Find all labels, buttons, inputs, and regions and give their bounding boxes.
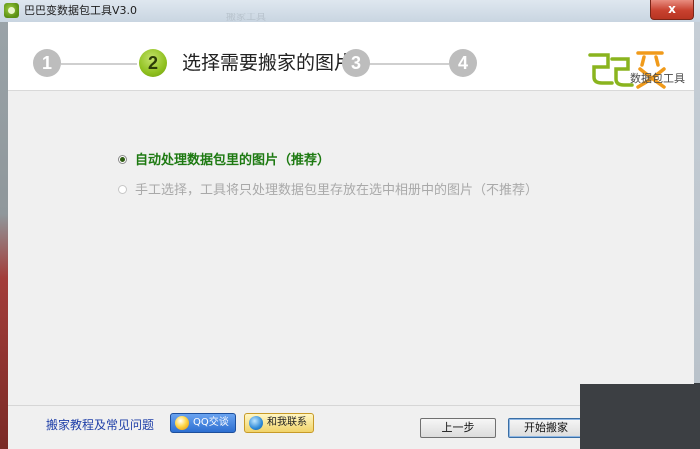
start-migration-button[interactable]: 开始搬家 xyxy=(508,418,584,438)
app-logo-icon xyxy=(4,3,19,18)
right-border xyxy=(694,22,700,383)
wizard-header: 1 2 选择需要搬家的图片 3 4 数据包工具 xyxy=(8,22,694,91)
contact-button[interactable]: 和我联系 xyxy=(244,413,314,433)
option-auto-label: 自动处理数据包里的图片（推荐） xyxy=(135,153,331,168)
brand-subtitle: 数据包工具 xyxy=(630,72,685,85)
window-title-ghost: 搬家工具 xyxy=(226,13,266,21)
close-icon: x xyxy=(668,2,676,16)
option-auto-radio[interactable]: 自动处理数据包里的图片（推荐） xyxy=(118,152,330,170)
help-link[interactable]: 搬家教程及常见问题 xyxy=(46,417,154,433)
radio-unselected-icon xyxy=(118,185,127,194)
option-manual-label: 手工选择，工具将只处理数据包里存放在选中相册中的图片（不推荐） xyxy=(135,183,539,198)
left-border xyxy=(0,22,8,449)
qq-chat-label: QQ交谈 xyxy=(193,417,229,428)
title-bar[interactable]: 巴巴变数据包工具V3.0 搬家工具 x xyxy=(0,0,700,23)
app-window: 巴巴变数据包工具V3.0 搬家工具 x 1 2 选择需要搬家的图片 3 4 数据… xyxy=(0,0,700,449)
step-indicator-4: 4 xyxy=(449,49,477,77)
contact-globe-icon xyxy=(249,416,263,430)
step-connector xyxy=(61,63,137,65)
dark-overlay-region xyxy=(580,384,700,449)
step-title: 选择需要搬家的图片 xyxy=(182,52,354,74)
window-title: 巴巴变数据包工具V3.0 xyxy=(24,4,138,17)
contact-label: 和我联系 xyxy=(267,417,307,428)
step-indicator-1: 1 xyxy=(33,49,61,77)
step-indicator-2-active: 2 xyxy=(139,49,167,77)
options-panel: 自动处理数据包里的图片（推荐） 手工选择，工具将只处理数据包里存放在选中相册中的… xyxy=(8,91,694,405)
qq-penguin-icon xyxy=(175,416,189,430)
option-manual-radio: 手工选择，工具将只处理数据包里存放在选中相册中的图片（不推荐） xyxy=(118,182,538,200)
radio-selected-icon xyxy=(118,155,127,164)
step-connector xyxy=(363,63,449,65)
close-button[interactable]: x xyxy=(650,0,694,20)
qq-chat-button[interactable]: QQ交谈 xyxy=(170,413,236,433)
step-indicator-3: 3 xyxy=(342,49,370,77)
previous-step-button[interactable]: 上一步 xyxy=(420,418,496,438)
